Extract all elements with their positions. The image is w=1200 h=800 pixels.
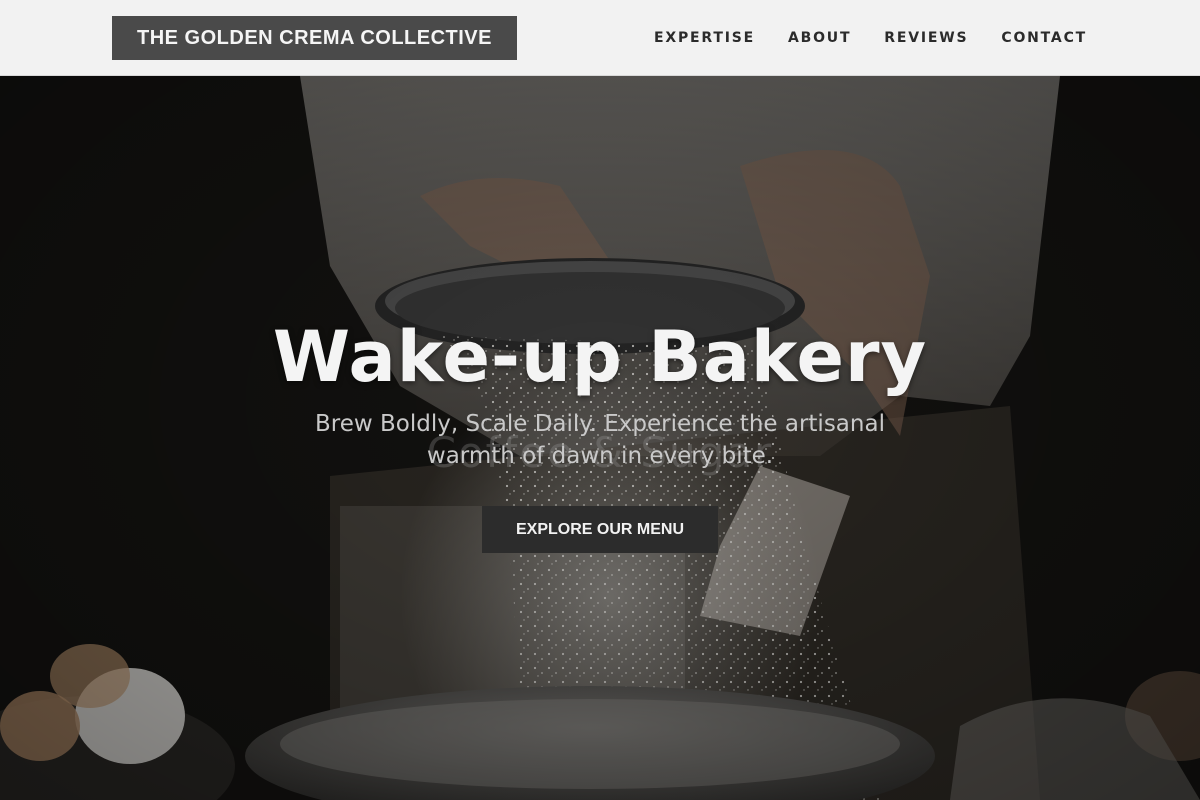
nav-link-about[interactable]: ABOUT xyxy=(788,30,851,46)
site-header: THE GOLDEN CREMA COLLECTIVE EXPERTISE AB… xyxy=(0,0,1200,76)
nav-link-expertise[interactable]: EXPERTISE xyxy=(654,30,755,46)
nav-link-reviews[interactable]: REVIEWS xyxy=(884,30,968,46)
explore-menu-button[interactable]: EXPLORE OUR MENU xyxy=(482,506,718,553)
hero-title: Wake-up Bakery xyxy=(272,316,928,398)
hero-section: Coffee & Sugar Wake-up Bakery Brew Boldl… xyxy=(0,76,1200,800)
main-nav: EXPERTISE ABOUT REVIEWS CONTACT xyxy=(654,0,1087,75)
nav-link-contact[interactable]: CONTACT xyxy=(1001,30,1087,46)
brand-logo[interactable]: THE GOLDEN CREMA COLLECTIVE xyxy=(112,16,517,60)
hero-subtitle: Brew Boldly, Scale Daily. Experience the… xyxy=(315,411,885,469)
